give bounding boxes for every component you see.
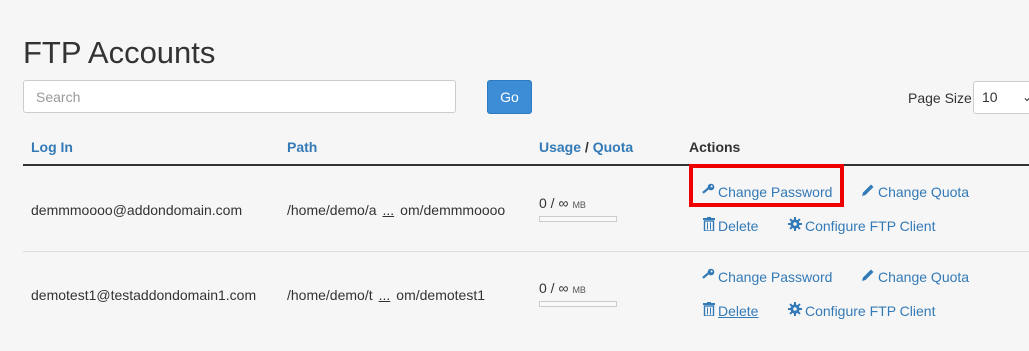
column-header-path[interactable]: Path bbox=[287, 138, 317, 156]
chevron-down-icon: ⌄ bbox=[1022, 90, 1029, 104]
column-header-usage[interactable]: Usage bbox=[539, 139, 581, 155]
path-start: /home/demo/a bbox=[287, 202, 377, 218]
login-cell: demotest1@testaddondomain1.com bbox=[31, 287, 257, 303]
column-header-usage-quota: Usage / Quota bbox=[539, 138, 633, 156]
column-header-separator: / bbox=[584, 139, 589, 155]
change-quota-label: Change Quota bbox=[878, 184, 970, 200]
search-input[interactable] bbox=[23, 80, 456, 113]
change-password-link[interactable]: Change Password bbox=[701, 268, 832, 286]
pencil-icon bbox=[861, 183, 875, 201]
configure-ftp-client-label: Configure FTP Client bbox=[805, 303, 936, 319]
usage-progress-bar bbox=[539, 301, 617, 307]
usage-progress-bar bbox=[539, 216, 617, 222]
configure-ftp-client-link[interactable]: Configure FTP Client bbox=[788, 217, 935, 235]
trash-icon bbox=[703, 302, 715, 320]
configure-ftp-client-label: Configure FTP Client bbox=[805, 218, 936, 234]
change-quota-link[interactable]: Change Quota bbox=[861, 183, 969, 201]
page-size-label: Page Size bbox=[908, 90, 972, 106]
column-header-quota[interactable]: Quota bbox=[593, 139, 633, 155]
path-ellipsis[interactable]: ... bbox=[383, 202, 395, 218]
header-divider bbox=[23, 164, 1029, 166]
page-size-value: 10 bbox=[982, 89, 998, 105]
page-size-select[interactable]: 10 ⌄ bbox=[973, 81, 1029, 114]
change-quota-link[interactable]: Change Quota bbox=[861, 268, 969, 286]
page-title: FTP Accounts bbox=[23, 35, 216, 70]
configure-ftp-client-link[interactable]: Configure FTP Client bbox=[788, 302, 935, 320]
login-cell: demmmoooo@addondomain.com bbox=[31, 202, 243, 218]
gear-icon bbox=[788, 302, 802, 320]
column-header-actions: Actions bbox=[689, 139, 741, 155]
pencil-icon bbox=[861, 268, 875, 286]
delete-label: Delete bbox=[718, 303, 759, 319]
key-icon bbox=[701, 268, 715, 286]
row-divider bbox=[23, 251, 1029, 252]
path-cell: /home/demo/a... om/demmmoooo bbox=[287, 201, 505, 219]
go-button[interactable]: Go bbox=[487, 80, 532, 114]
path-ellipsis[interactable]: ... bbox=[379, 287, 391, 303]
usage-value: 0 / ∞ MB bbox=[539, 280, 586, 296]
highlight-annotation-box bbox=[689, 164, 844, 207]
path-cell: /home/demo/t... om/demotest1 bbox=[287, 286, 485, 304]
trash-icon bbox=[703, 217, 715, 235]
path-start: /home/demo/t bbox=[287, 287, 373, 303]
usage-unit: MB bbox=[572, 200, 586, 210]
column-header-login[interactable]: Log In bbox=[31, 138, 73, 156]
path-end: om/demotest1 bbox=[396, 287, 485, 303]
gear-icon bbox=[788, 217, 802, 235]
delete-link[interactable]: Delete bbox=[703, 302, 758, 320]
usage-text: 0 / ∞ bbox=[539, 280, 569, 296]
delete-link[interactable]: Delete bbox=[703, 217, 758, 235]
usage-value: 0 / ∞ MB bbox=[539, 195, 586, 211]
usage-unit: MB bbox=[572, 285, 586, 295]
usage-text: 0 / ∞ bbox=[539, 195, 569, 211]
change-quota-label: Change Quota bbox=[878, 269, 970, 285]
path-end: om/demmmoooo bbox=[400, 202, 506, 218]
change-password-label: Change Password bbox=[718, 269, 833, 285]
delete-label: Delete bbox=[718, 218, 759, 234]
